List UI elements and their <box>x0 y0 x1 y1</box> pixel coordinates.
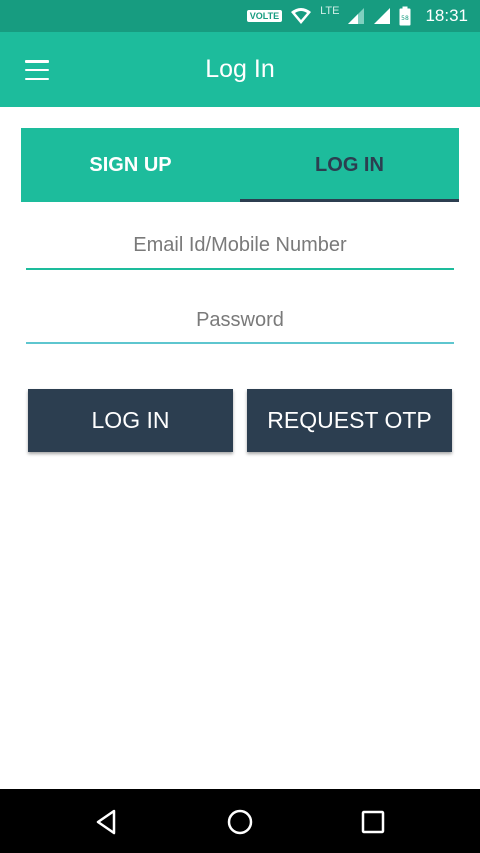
email-field[interactable] <box>26 222 454 270</box>
signal-icon <box>347 7 365 25</box>
volte-badge: VOLTE <box>246 10 283 22</box>
app-bar: Log In <box>0 32 480 107</box>
status-time: 18:31 <box>425 6 468 25</box>
svg-text:58: 58 <box>402 15 410 22</box>
login-button[interactable]: LOG IN <box>28 389 233 452</box>
request-otp-button[interactable]: REQUEST OTP <box>247 389 452 452</box>
wifi-icon <box>290 7 312 25</box>
battery-icon: 58 <box>399 6 411 26</box>
back-icon[interactable] <box>92 807 122 837</box>
password-field[interactable] <box>26 298 454 344</box>
tab-log-in[interactable]: LOG IN <box>240 128 459 202</box>
home-icon[interactable] <box>225 807 255 837</box>
page-title: Log In <box>205 55 275 83</box>
auth-tabs: SIGN UP LOG IN <box>21 128 459 202</box>
signal-full-icon <box>373 7 391 25</box>
status-bar: VOLTE LTE 58 18:31 <box>0 0 480 32</box>
network-type: LTE <box>320 5 340 17</box>
navigation-bar <box>0 789 480 853</box>
recents-icon[interactable] <box>358 807 388 837</box>
tab-sign-up[interactable]: SIGN UP <box>21 128 240 202</box>
